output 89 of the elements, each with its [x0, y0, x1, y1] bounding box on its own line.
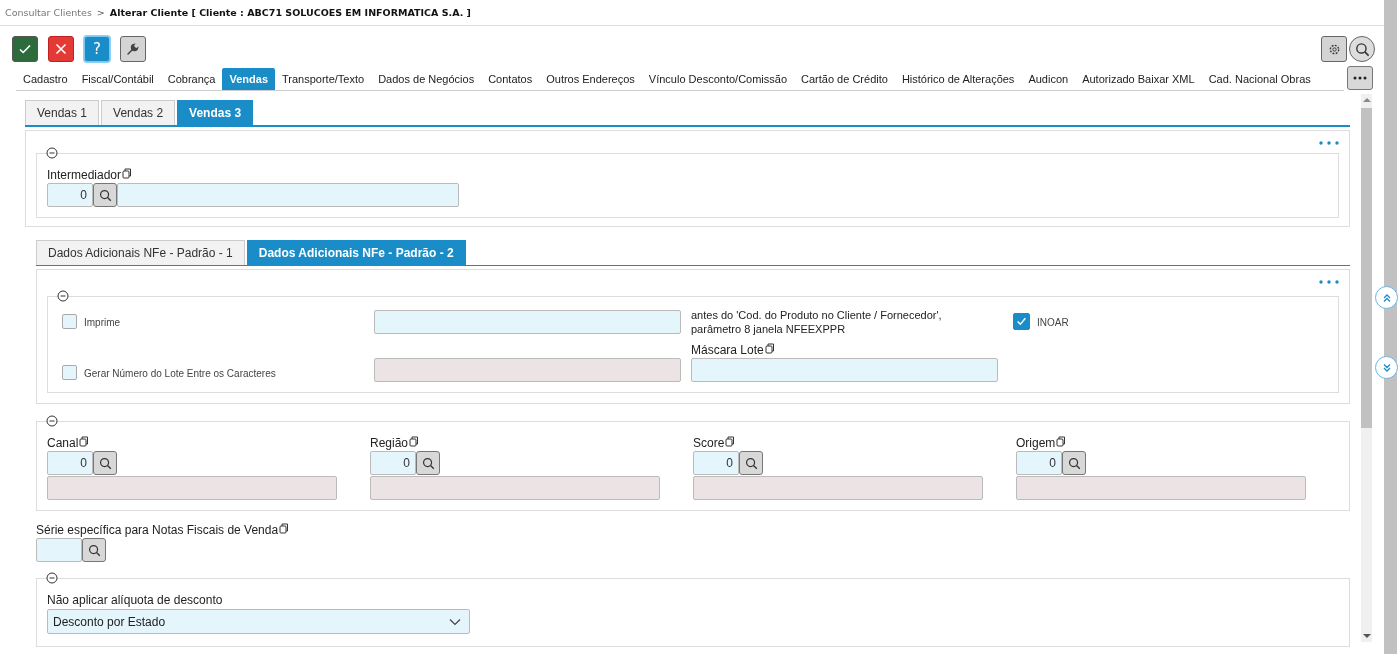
- collapse-icon[interactable]: [46, 572, 58, 584]
- tab[interactable]: Autorizado Baixar XML: [1075, 68, 1202, 90]
- search-button[interactable]: [1062, 451, 1086, 475]
- checkbox[interactable]: [62, 365, 77, 380]
- check-icon: [1016, 315, 1027, 327]
- tab[interactable]: Contatos: [481, 68, 540, 90]
- field-label: Score: [693, 436, 725, 450]
- code-field[interactable]: [36, 538, 82, 562]
- double-chevron-down-icon: [1381, 362, 1392, 373]
- tab[interactable]: Cad. Nacional Obras: [1201, 68, 1318, 90]
- search-icon: [98, 188, 112, 202]
- confirm-button[interactable]: [12, 36, 38, 62]
- copy-icon[interactable]: [409, 436, 420, 447]
- close-icon: [55, 43, 67, 55]
- search-button[interactable]: [93, 183, 117, 207]
- field-label: Região: [370, 436, 409, 450]
- double-chevron-up-icon: [1381, 292, 1392, 303]
- tab[interactable]: Audicon: [1021, 68, 1076, 90]
- scrollbar[interactable]: [1384, 0, 1397, 654]
- tab[interactable]: Cadastro: [16, 68, 75, 90]
- tab[interactable]: Dados Adicionais NFe - Padrão - 2: [246, 240, 466, 265]
- field-label: Não aplicar alíquota de desconto: [47, 593, 223, 607]
- tab[interactable]: Vendas: [222, 68, 275, 90]
- chevron-down-icon: [449, 617, 461, 626]
- settings-icon: [1327, 42, 1341, 56]
- tab[interactable]: Cartão de Crédito: [794, 68, 895, 90]
- scrollbar[interactable]: [1361, 94, 1372, 642]
- copy-icon[interactable]: [122, 168, 133, 179]
- checkbox-label: INOAR: [1037, 316, 1069, 328]
- more-icon[interactable]: [1319, 141, 1339, 145]
- checkbox[interactable]: [1013, 312, 1030, 330]
- breadcrumb-separator: >: [96, 7, 105, 18]
- text-field[interactable]: [374, 310, 681, 334]
- search-button[interactable]: [739, 451, 763, 475]
- check-icon: [18, 42, 32, 56]
- cancel-button[interactable]: [48, 36, 74, 62]
- copy-icon[interactable]: [79, 436, 90, 447]
- collapse-icon[interactable]: [46, 147, 58, 159]
- tab[interactable]: Cobrança: [160, 68, 223, 90]
- breadcrumb-link[interactable]: Consultar Clientes: [5, 7, 92, 18]
- search-button[interactable]: [82, 538, 106, 562]
- search-button[interactable]: [93, 451, 117, 475]
- copy-icon[interactable]: [279, 523, 290, 534]
- code-field[interactable]: 0: [47, 183, 93, 207]
- tab[interactable]: Dados de Negócios: [371, 68, 482, 90]
- description-field[interactable]: [117, 183, 459, 207]
- tab[interactable]: Transporte/Texto: [275, 68, 372, 90]
- more-icon: [1353, 76, 1367, 80]
- copy-icon[interactable]: [764, 343, 775, 354]
- collapse-icon[interactable]: [46, 415, 58, 427]
- search-icon: [421, 456, 435, 470]
- search-icon: [98, 456, 112, 470]
- tab[interactable]: Dados Adicionais NFe - Padrão - 1: [36, 240, 245, 265]
- field-label: Máscara Lote: [691, 343, 764, 357]
- copy-icon[interactable]: [725, 436, 736, 447]
- text-field[interactable]: [374, 358, 681, 382]
- help-button[interactable]: ?: [84, 36, 110, 62]
- field-label: Origem: [1016, 436, 1056, 450]
- tab[interactable]: Vendas 3: [177, 100, 254, 125]
- dropdown[interactable]: Desconto por Estado: [47, 609, 470, 634]
- copy-icon[interactable]: [1056, 436, 1067, 447]
- field-label: Intermediador: [47, 168, 122, 182]
- page-title: Alterar Cliente [ Cliente : ABC71 SOLUCOES EM INFORMATICA S.A. ]: [109, 7, 471, 18]
- tab[interactable]: Vendas 1: [25, 100, 100, 125]
- search-icon: [87, 543, 101, 557]
- field-note: antes do 'Cod. do Produto no Cliente / Fornecedor', parâmetro 8 janela NFEEXPPR: [691, 308, 943, 336]
- search-button[interactable]: [1349, 36, 1375, 62]
- checkbox-label: Imprime: [84, 316, 121, 328]
- tab[interactable]: Vendas 2: [101, 100, 176, 125]
- field-label: Canal: [47, 436, 79, 450]
- tools-button[interactable]: [120, 36, 146, 62]
- scroll-up-button[interactable]: [1375, 286, 1398, 309]
- scroll-down-button[interactable]: [1375, 356, 1398, 379]
- search-icon: [744, 456, 758, 470]
- tab[interactable]: Histórico de Alterações: [894, 68, 1022, 90]
- wrench-icon: [126, 42, 140, 56]
- collapse-icon[interactable]: [57, 290, 69, 302]
- more-icon[interactable]: [1319, 280, 1339, 284]
- tab[interactable]: Fiscal/Contábil: [74, 68, 161, 90]
- settings-button[interactable]: [1321, 36, 1347, 62]
- search-icon: [1354, 41, 1370, 57]
- tab[interactable]: Outros Endereços: [539, 68, 642, 90]
- tab[interactable]: Vínculo Desconto/Comissão: [641, 68, 795, 90]
- checkbox[interactable]: [62, 313, 77, 329]
- text-field[interactable]: [691, 358, 998, 382]
- field-label: Série específica para Notas Fiscais de Venda: [36, 523, 279, 537]
- search-icon: [1067, 456, 1081, 470]
- checkbox-label: Gerar Número do Lote Entre os Caracteres: [84, 368, 276, 379]
- search-button[interactable]: [416, 451, 440, 475]
